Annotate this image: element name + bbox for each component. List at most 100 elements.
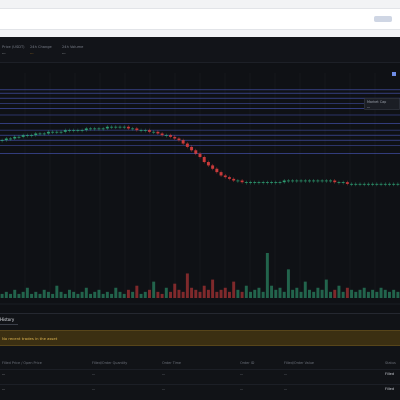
candle-body <box>126 126 130 129</box>
volume-bar <box>333 289 337 298</box>
candle-body <box>392 183 396 185</box>
volume-bar <box>249 291 252 298</box>
candle-body <box>42 133 46 135</box>
stats-bar: Price (USDT) ... 24h Change ... 24h Volu… <box>0 37 400 63</box>
candle-body <box>270 182 274 183</box>
volume-bar <box>190 287 194 298</box>
cell-status: Filled <box>385 372 395 376</box>
candle-body <box>366 183 370 185</box>
cell-price: ... <box>2 372 6 376</box>
volume-bar <box>219 289 223 298</box>
volume-bar <box>194 289 198 298</box>
tab-history[interactable]: History <box>0 317 14 322</box>
volume-bar <box>291 289 295 298</box>
candle-body <box>97 128 101 130</box>
stat-label: 24h Change <box>30 45 52 49</box>
volume-bar <box>270 285 274 298</box>
candle-body <box>13 136 17 139</box>
candle-body <box>206 162 210 166</box>
volume-bar <box>228 291 231 298</box>
volume-bar <box>118 291 122 298</box>
volume-bar <box>80 291 84 298</box>
volume-bar <box>265 253 269 298</box>
candle-body <box>215 168 219 173</box>
volume-bar <box>101 293 105 298</box>
candle-body <box>303 180 307 182</box>
candle-body <box>89 128 92 130</box>
volume-bar <box>232 281 236 298</box>
column-header: Filled/Order Value <box>284 361 314 365</box>
candle-body <box>324 180 328 182</box>
volume-bar <box>122 293 126 298</box>
volume-bar <box>337 285 341 298</box>
candle-body <box>76 130 80 131</box>
candle-body <box>34 133 38 136</box>
candle-body <box>228 177 231 179</box>
tooltip-value: ... <box>367 104 371 109</box>
table-row[interactable]: ... ... ... ... ... Filled <box>0 369 400 377</box>
price-chart[interactable] <box>0 63 400 313</box>
extension-icon[interactable] <box>374 16 392 22</box>
candle-body <box>354 183 358 185</box>
volume-bar <box>274 289 278 298</box>
candle-body <box>350 183 354 185</box>
volume-bar <box>152 281 156 298</box>
table-header: Filled Price / Open Price Filled/Order Q… <box>0 361 400 367</box>
candle-body <box>253 182 257 183</box>
volume-bar <box>244 285 248 298</box>
candle-body <box>148 130 151 132</box>
volume-bar <box>211 279 215 298</box>
candle-body <box>164 135 168 136</box>
volume-bar <box>25 287 29 298</box>
volume-bar <box>392 289 396 298</box>
column-header: Order ID <box>240 361 255 365</box>
cell-order-id: ... <box>240 387 244 391</box>
volume-bar <box>236 289 240 298</box>
address-bar[interactable] <box>0 8 400 30</box>
candle-body <box>59 131 63 133</box>
volume-bar <box>362 287 366 298</box>
volume-bar <box>63 293 67 298</box>
candle-body <box>9 138 12 140</box>
candle-body <box>160 133 164 136</box>
candle-body <box>274 182 278 183</box>
candle-body <box>118 126 122 128</box>
volume-bar <box>143 291 147 298</box>
candle-body <box>122 126 126 128</box>
stat-change: 24h Change ... <box>30 45 52 55</box>
volume-bar <box>164 287 168 298</box>
volume-bar <box>72 291 76 298</box>
volume-bar <box>131 291 135 298</box>
candle-body <box>295 180 299 182</box>
volume-bar <box>371 289 375 298</box>
volume-bar <box>358 289 362 298</box>
legend-icon[interactable] <box>392 72 396 76</box>
volume-bar <box>350 289 354 298</box>
volume-bar <box>169 291 172 298</box>
candle-body <box>362 183 366 185</box>
candle-body <box>173 136 177 139</box>
candle-body <box>202 157 206 163</box>
tab-underline <box>0 324 18 325</box>
candle-body <box>101 128 105 130</box>
volume-bar <box>93 291 97 298</box>
volume-bar <box>76 293 80 298</box>
volume-bar <box>383 289 387 298</box>
volume-bar <box>42 289 46 298</box>
volume-bar <box>156 291 160 298</box>
candle-body <box>219 172 223 176</box>
volume-bar <box>308 289 311 298</box>
table-row[interactable]: ... ... ... ... ... Filled <box>0 384 400 392</box>
volume-bar <box>379 287 383 298</box>
candle-body <box>135 128 139 131</box>
volume-bar <box>261 291 265 298</box>
volume-bar <box>9 293 12 298</box>
candle-body <box>131 128 135 130</box>
volume-bar <box>110 293 114 298</box>
order-history-panel: History No recent trades in the asset Fi… <box>0 314 400 400</box>
volume-bar <box>126 289 130 298</box>
candle-body <box>105 126 109 129</box>
candle-body <box>68 130 71 131</box>
cell-value: ... <box>284 387 288 391</box>
volume-bar <box>84 287 88 298</box>
